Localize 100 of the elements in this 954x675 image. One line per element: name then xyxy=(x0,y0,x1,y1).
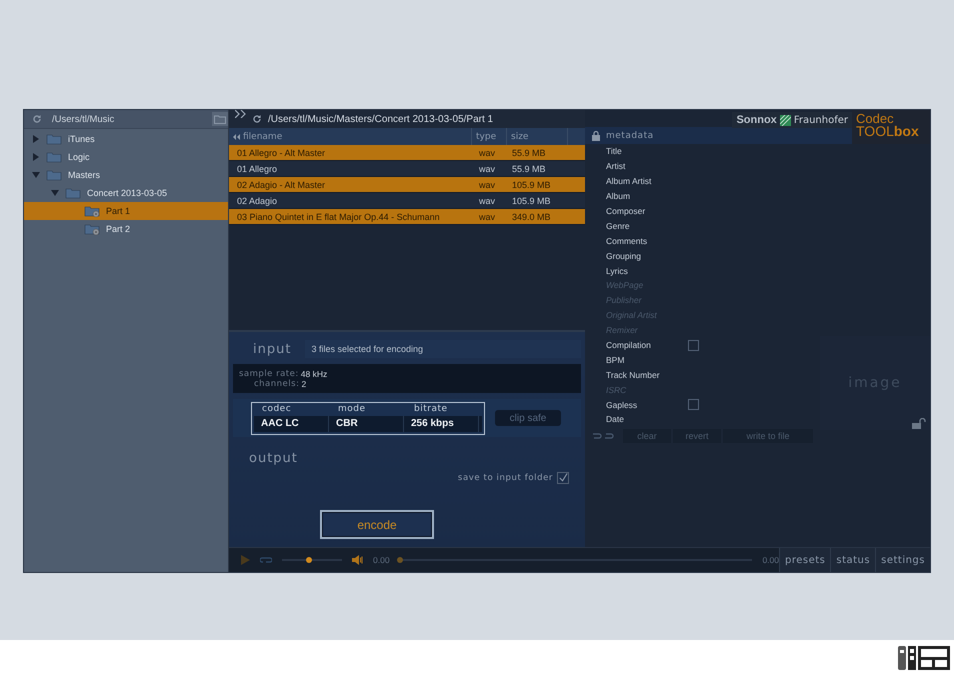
field-label: Date xyxy=(606,414,625,424)
field-value: 2 xyxy=(301,378,306,388)
speaker-icon[interactable] xyxy=(352,555,363,565)
tree-item[interactable]: Part 1 xyxy=(24,202,228,220)
field-label: Album xyxy=(606,191,632,202)
column-label: filename xyxy=(243,132,282,142)
table-cell-text: 02 Adagio - Alt Master xyxy=(236,180,326,190)
slider-thumb[interactable] xyxy=(396,557,403,563)
file-row[interactable]: 01 Allegro wav 55.9 MB xyxy=(229,161,585,177)
play-icon[interactable] xyxy=(241,555,250,565)
folder-icon xyxy=(46,133,62,145)
table-cell-text: 03 Piano Quintet in E flat Major Op.44 - Schumann xyxy=(236,212,441,222)
field-label: Composer xyxy=(606,206,646,216)
folder-icon xyxy=(46,151,62,163)
folder-path: /Users/tl/Music/Masters/Concert 2013-03-05/Part 1 xyxy=(268,114,494,124)
panel-heading: metadata xyxy=(606,130,654,140)
refresh-icon[interactable] xyxy=(32,114,42,124)
folder-icon xyxy=(214,114,226,124)
field-label: Original Artist xyxy=(606,310,658,320)
column-label: mode xyxy=(337,404,367,414)
field-label: sample rate: xyxy=(239,368,299,378)
lock-icon[interactable] xyxy=(592,130,600,140)
unlock-icon[interactable] xyxy=(912,418,926,429)
folder-icon xyxy=(46,169,62,181)
field-label: Artist xyxy=(606,161,626,172)
folder-icon xyxy=(65,187,81,199)
undo-redo-icon[interactable] xyxy=(591,432,615,440)
table-cell-text: 105.9 MB xyxy=(511,196,552,206)
table-cell-text: 349.0 MB xyxy=(511,212,552,222)
table-cell-text: 55.9 MB xyxy=(511,164,547,174)
table-cell-text: 105.9 MB xyxy=(511,180,552,190)
table-cell-text: wav xyxy=(478,212,496,222)
file-row[interactable]: 02 Adagio wav 105.9 MB xyxy=(229,193,585,209)
loop-icon[interactable] xyxy=(260,556,272,564)
field-label: Comments xyxy=(606,236,648,246)
table-cell-text: 02 Adagio xyxy=(236,196,278,206)
tree-item[interactable]: Logic xyxy=(24,148,228,166)
field-label: Publisher xyxy=(606,295,643,306)
dropdown[interactable]: 256 kbps xyxy=(404,416,479,432)
browse-folder-button[interactable] xyxy=(212,112,228,126)
checkbox[interactable] xyxy=(688,340,699,351)
tree-item[interactable]: iTunes xyxy=(24,130,228,148)
field-label: BPM xyxy=(606,354,626,365)
tab[interactable]: presets xyxy=(778,548,830,572)
column-label: bitrate xyxy=(413,404,449,414)
dropdown[interactable]: CBR xyxy=(329,416,404,432)
time-readout: 0.00 xyxy=(762,555,779,565)
slider-thumb[interactable] xyxy=(306,557,312,563)
table-cell-text: wav xyxy=(478,180,496,190)
clip-safe-toggle[interactable]: clip safe xyxy=(495,410,561,426)
section-heading: input xyxy=(253,342,292,356)
input-summary: 3 files selected for encoding xyxy=(305,340,581,358)
field-label: Compilation xyxy=(606,340,652,350)
field-label: Track Number xyxy=(606,370,661,380)
collapse-arrow-icon[interactable] xyxy=(51,189,59,197)
field-label: Grouping xyxy=(606,250,642,261)
product-name: TOOLbox xyxy=(856,125,920,137)
file-row[interactable]: 02 Adagio - Alt Master wav 105.9 MB xyxy=(229,177,585,193)
tree-item[interactable]: Masters xyxy=(24,166,228,184)
field-label: WebPage xyxy=(606,280,644,290)
field-label: Title xyxy=(606,146,623,156)
field-label: ISRC xyxy=(606,384,628,395)
table-cell-text: wav xyxy=(478,196,496,206)
folder-path: /Users/tl/Music xyxy=(52,114,116,124)
table-cell-text: 01 Allegro - Alt Master xyxy=(236,148,326,158)
brand-logo: Fraunhofer xyxy=(794,114,848,126)
column-label: type xyxy=(476,132,496,142)
checkbox[interactable] xyxy=(557,472,569,484)
file-row[interactable]: 01 Allegro - Alt Master wav 55.9 MB xyxy=(229,145,585,161)
collapse-arrow-icon[interactable] xyxy=(32,171,40,179)
encode-button[interactable]: encode xyxy=(320,510,434,539)
field-label: channels: xyxy=(254,378,300,388)
tab[interactable]: status xyxy=(830,548,876,572)
column-label: size xyxy=(511,132,528,142)
field-label: Remixer xyxy=(606,325,639,336)
stripes-icon xyxy=(780,114,791,126)
checkbox-label: save to input folder xyxy=(458,473,553,483)
time-readout: 0.00 xyxy=(373,555,390,565)
section-heading: output xyxy=(249,451,299,466)
collapse-arrows-icon[interactable] xyxy=(233,134,240,140)
table-cell-text: 01 Allegro xyxy=(236,164,278,174)
table-cell-text: wav xyxy=(478,164,496,174)
field-label: Genre xyxy=(606,220,631,231)
brand-logo: Sonnox xyxy=(736,114,777,126)
table-cell-text: 55.9 MB xyxy=(511,148,547,158)
checkbox[interactable] xyxy=(688,399,699,410)
expand-arrow-icon[interactable] xyxy=(32,153,40,161)
tree-item[interactable]: Concert 2013-03-05 xyxy=(24,184,228,202)
file-row[interactable]: 03 Piano Quintet in E flat Major Op.44 - Schumann wav 349.0 MB xyxy=(229,209,585,225)
field-value: 48 kHz xyxy=(300,368,328,378)
field-label: Lyrics xyxy=(606,266,629,276)
field-label: Album Artist xyxy=(606,176,652,186)
expand-arrow-icon[interactable] xyxy=(32,135,40,143)
refresh-icon[interactable] xyxy=(252,114,262,124)
column-label: codec xyxy=(261,404,292,414)
field-label: Gapless xyxy=(606,400,638,410)
tree-item[interactable]: Part 2 xyxy=(24,220,228,238)
tab[interactable]: settings xyxy=(875,548,930,572)
table-cell-text: wav xyxy=(478,148,496,158)
dropdown[interactable]: AAC LC xyxy=(254,416,329,432)
